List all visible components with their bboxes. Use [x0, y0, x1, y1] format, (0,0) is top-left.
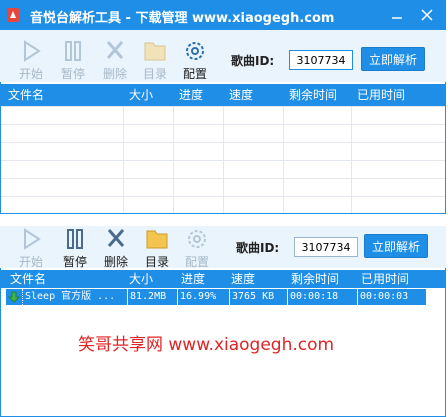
column-header-size[interactable]: 大小: [129, 270, 153, 288]
table-row[interactable]: Sleep 官方版 ... 81.2MB 16.99% 3765 KB 00:0…: [6, 289, 426, 305]
pause-icon: [65, 41, 81, 61]
column-divider: [123, 106, 124, 213]
close-icon: [421, 9, 433, 21]
column-divider: [351, 106, 352, 213]
config-label: 配置: [184, 255, 209, 269]
window-title: 音悦台解析工具 - 下载管理 www.xiaogegh.com: [30, 11, 335, 26]
download-list[interactable]: [1, 106, 445, 213]
pause-label: 暂停: [60, 67, 85, 81]
parse-button[interactable]: 立即解析: [364, 234, 428, 258]
cell-progress: 16.99%: [178, 289, 230, 305]
delete-button[interactable]: 删除: [97, 220, 135, 269]
column-divider: [283, 106, 284, 213]
pause-label: 暂停: [62, 255, 87, 269]
pause-icon: [67, 229, 83, 249]
delete-icon: [106, 41, 124, 59]
table-header-2: 文件名 大小 进度 速度 剩余时间 已用时间: [1, 270, 445, 288]
column-header-speed[interactable]: 速度: [231, 270, 255, 288]
config-button[interactable]: 配置: [176, 32, 214, 81]
column-header-progress[interactable]: 进度: [181, 270, 205, 288]
cell-speed: 3765 KB: [230, 289, 288, 305]
toolbar: 开始 暂停 删除 目录 配置 歌曲ID: 立即解析: [0, 30, 446, 82]
minimize-button[interactable]: [388, 6, 406, 24]
folder-button[interactable]: 目录: [136, 32, 174, 81]
delete-icon: [107, 229, 125, 247]
cell-elapsed: 00:00:03: [360, 291, 409, 302]
start-button[interactable]: 开始: [12, 220, 50, 269]
play-icon: [24, 228, 41, 250]
column-header-remaining[interactable]: 剩余时间: [291, 270, 339, 288]
start-button[interactable]: 开始: [12, 32, 50, 81]
column-divider: [223, 106, 224, 213]
pause-button[interactable]: 暂停: [56, 220, 94, 269]
table-header: 文件名 大小 进度 速度 剩余时间 已用时间: [1, 84, 445, 106]
gear-icon: [186, 42, 204, 60]
song-id-input[interactable]: [294, 237, 358, 257]
download-arrow-icon: [8, 291, 20, 303]
folder-icon: [146, 230, 168, 249]
column-header-remaining[interactable]: 剩余时间: [289, 84, 337, 106]
column-header-filename[interactable]: 文件名: [8, 84, 44, 106]
column-header-filename[interactable]: 文件名: [10, 270, 46, 288]
minimize-icon: [392, 17, 402, 19]
gear-icon: [188, 230, 206, 248]
song-id-label: 歌曲ID:: [231, 54, 275, 68]
delete-label: 删除: [102, 67, 127, 81]
config-label: 配置: [182, 67, 207, 81]
toolbar-2: 开始 暂停 删除 目录 配置 歌曲ID: 立即解析: [0, 226, 446, 269]
watermark-text: 笑哥共享网 www.xiaogegh.com: [78, 335, 335, 355]
pause-button[interactable]: 暂停: [54, 32, 92, 81]
cell-remaining: 00:00:18: [288, 289, 358, 305]
close-button[interactable]: [418, 6, 436, 24]
parse-button[interactable]: 立即解析: [361, 47, 425, 71]
title-bar[interactable]: 音悦台解析工具 - 下载管理 www.xiaogegh.com: [0, 0, 446, 30]
delete-label: 删除: [103, 255, 128, 269]
start-label: 开始: [18, 67, 43, 81]
column-divider: [173, 106, 174, 213]
column-header-progress[interactable]: 进度: [179, 84, 203, 106]
column-header-elapsed[interactable]: 已用时间: [361, 270, 409, 288]
cell-size: 81.2MB: [128, 289, 178, 305]
play-icon: [24, 40, 41, 62]
song-id-label: 歌曲ID:: [236, 241, 280, 255]
column-header-size[interactable]: 大小: [129, 84, 153, 106]
folder-button[interactable]: 目录: [138, 220, 176, 269]
column-header-elapsed[interactable]: 已用时间: [357, 84, 405, 106]
folder-icon: [144, 42, 166, 61]
app-logo-icon: [7, 8, 19, 22]
cell-filename: Sleep 官方版 ...: [22, 289, 128, 305]
folder-label: 目录: [144, 255, 169, 269]
start-label: 开始: [18, 255, 43, 269]
song-id-input[interactable]: [289, 50, 353, 70]
column-header-speed[interactable]: 速度: [229, 84, 253, 106]
config-button[interactable]: 配置: [178, 220, 216, 269]
delete-button[interactable]: 删除: [96, 32, 134, 81]
folder-label: 目录: [142, 67, 167, 81]
